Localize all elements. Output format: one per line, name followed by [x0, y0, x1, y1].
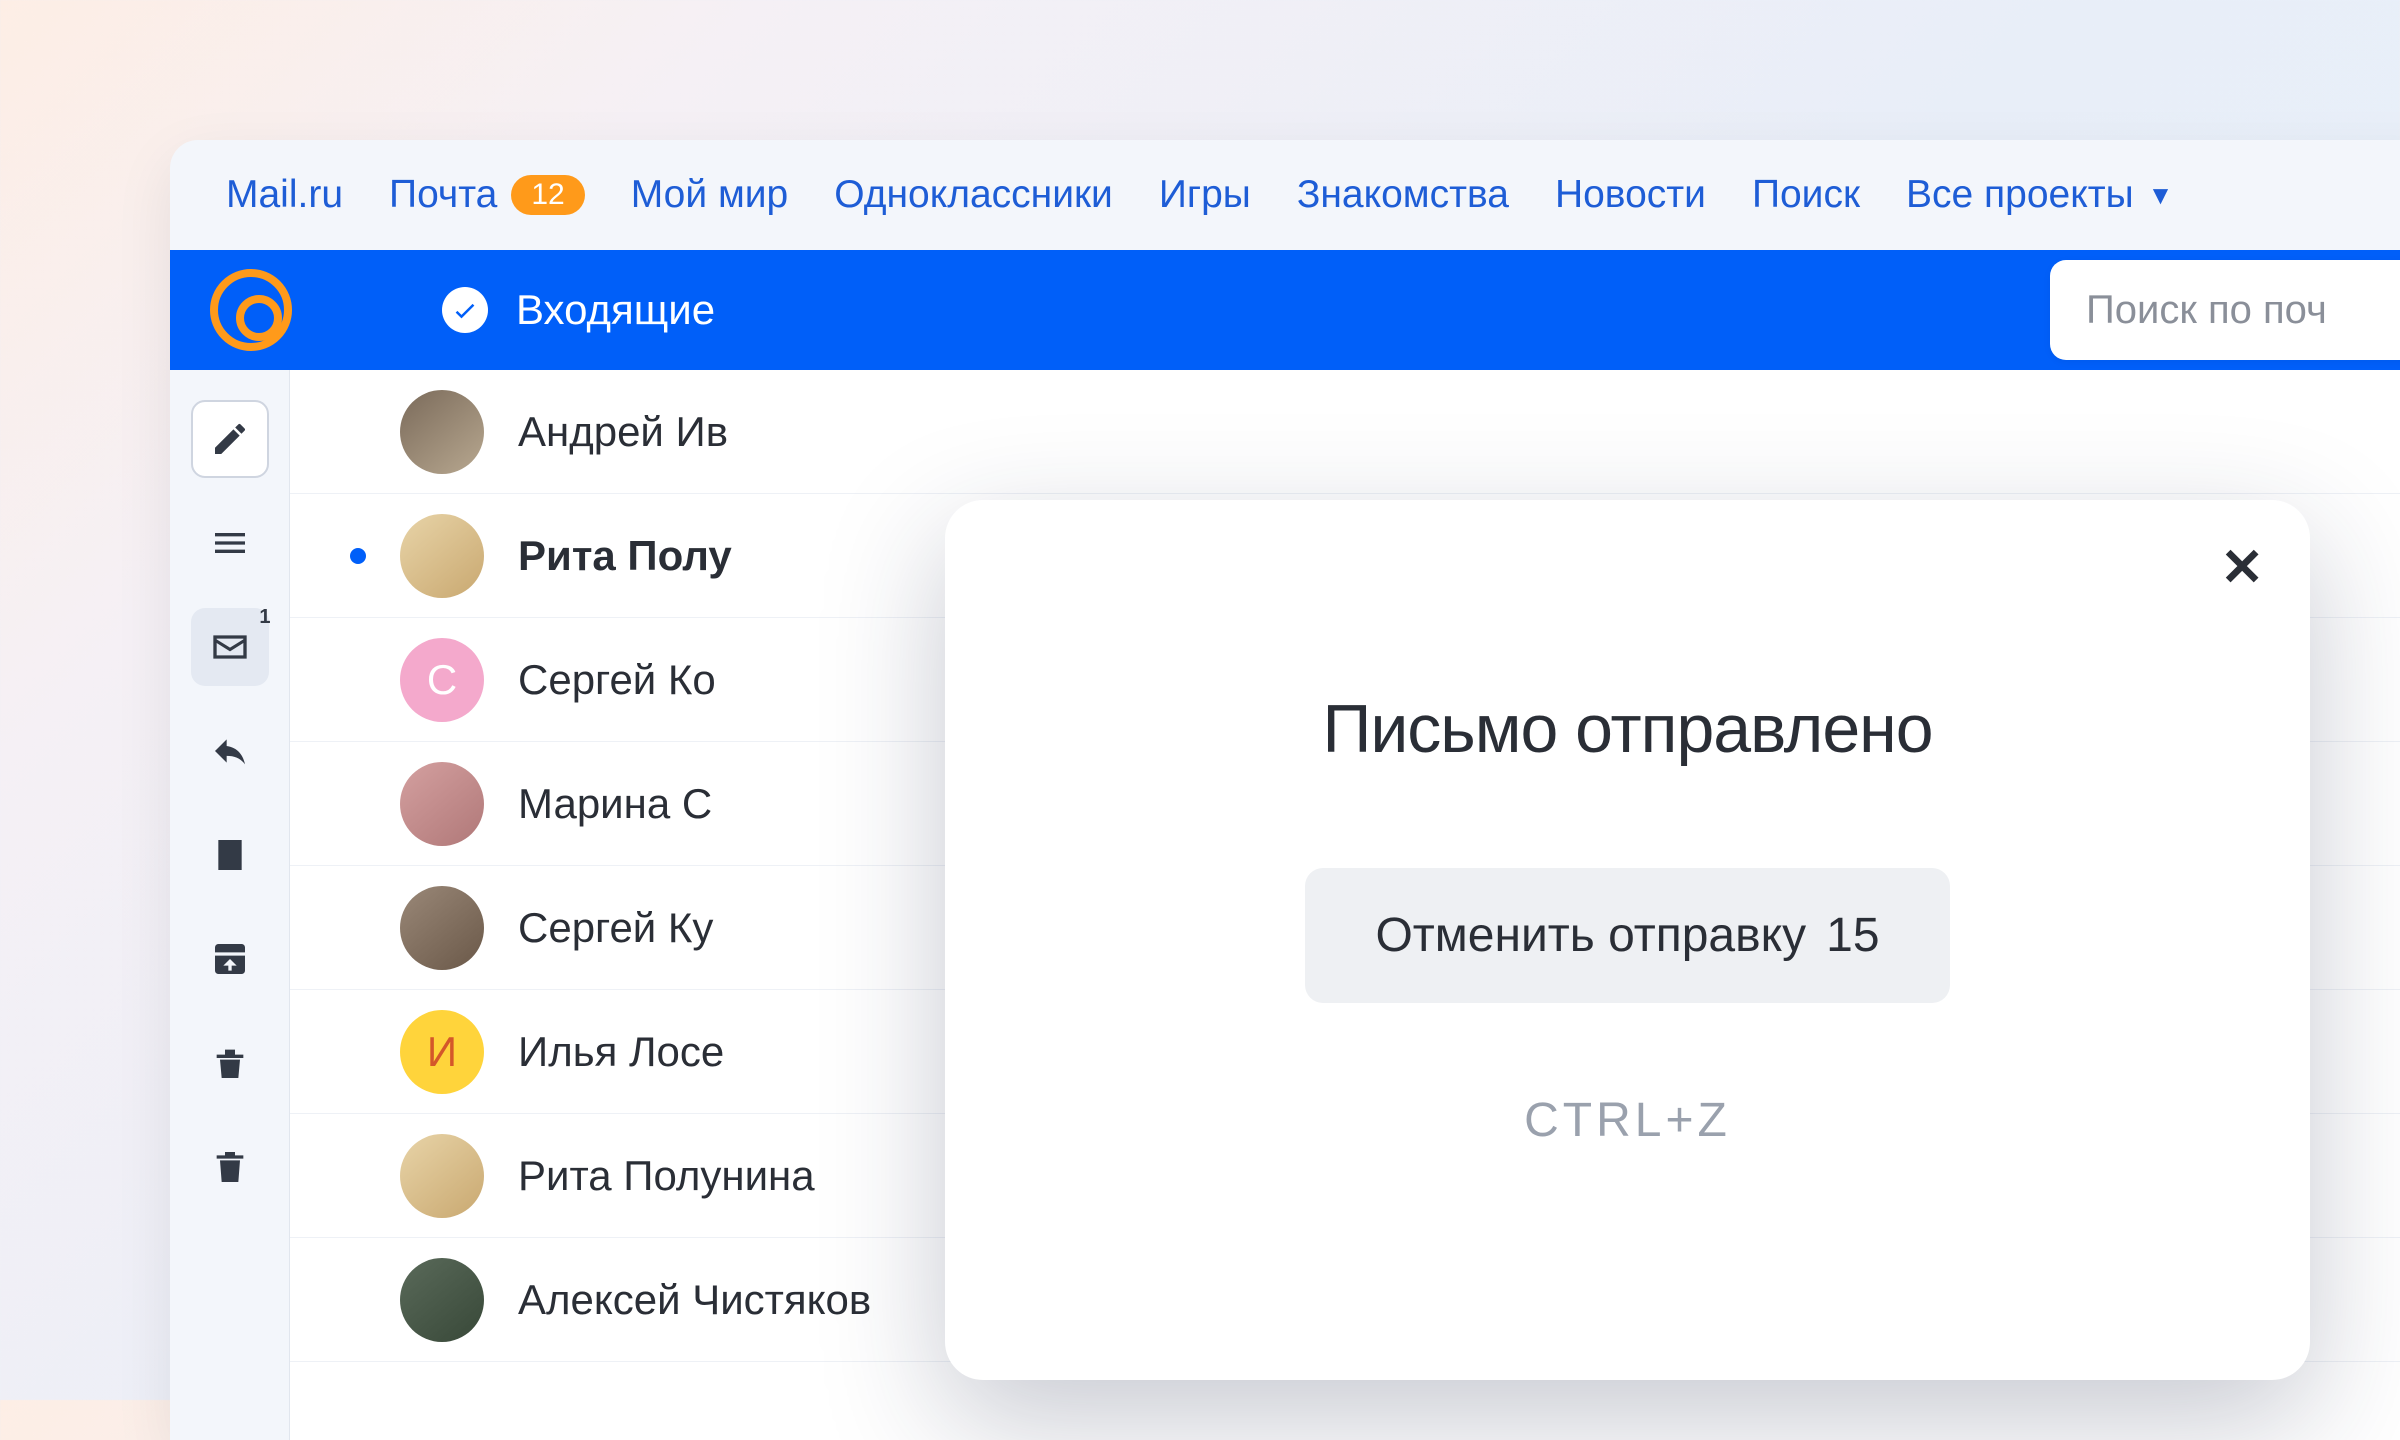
nav-mail[interactable]: Почта 12: [389, 173, 585, 217]
reply-button[interactable]: [191, 712, 269, 790]
top-nav: Mail.ru Почта 12 Мой мир Одноклассники И…: [170, 140, 2400, 250]
nav-mail-badge: 12: [511, 175, 584, 215]
select-all-button[interactable]: [442, 287, 488, 333]
nav-search[interactable]: Поиск: [1752, 173, 1860, 217]
avatar: С: [400, 638, 484, 722]
nav-dating[interactable]: Знакомства: [1297, 173, 1509, 217]
sender-name: Алексей Чистяков: [518, 1276, 918, 1324]
nav-my-world[interactable]: Мой мир: [631, 173, 789, 217]
compose-button[interactable]: [191, 400, 269, 478]
avatar: [400, 1134, 484, 1218]
nav-brand[interactable]: Mail.ru: [226, 173, 343, 217]
sent-confirmation-modal: ✕ Письмо отправлено Отменить отправку 15…: [945, 500, 2310, 1380]
sender-name: Илья Лосе: [518, 1028, 918, 1076]
modal-title: Письмо отправлено: [1322, 690, 1932, 768]
avatar: И: [400, 1010, 484, 1094]
avatar: [400, 514, 484, 598]
undo-send-label: Отменить отправку: [1375, 908, 1806, 963]
sender-name: Марина С: [518, 780, 918, 828]
chevron-down-icon: ▼: [2148, 180, 2174, 211]
avatar: [400, 1258, 484, 1342]
app-window: Mail.ru Почта 12 Мой мир Одноклассники И…: [170, 140, 2400, 1440]
menu-button[interactable]: [191, 504, 269, 582]
header-bar: Входящие Поиск по поч: [170, 250, 2400, 370]
message-row[interactable]: Андрей Ив: [290, 370, 2400, 494]
spam-button[interactable]: [191, 1024, 269, 1102]
avatar: [400, 886, 484, 970]
current-folder-label: Входящие: [516, 286, 715, 334]
close-icon[interactable]: ✕: [2220, 538, 2264, 598]
sender-name: Сергей Ко: [518, 656, 918, 704]
nav-all-projects[interactable]: Все проекты ▼: [1906, 173, 2173, 217]
avatar: [400, 762, 484, 846]
trash-button[interactable]: [191, 1128, 269, 1206]
sender-name: Рита Полу: [518, 532, 918, 580]
drafts-button[interactable]: [191, 816, 269, 894]
avatar: [400, 390, 484, 474]
nav-odnoklassniki[interactable]: Одноклассники: [834, 173, 1113, 217]
search-input[interactable]: Поиск по поч: [2050, 260, 2400, 360]
sender-name: Андрей Ив: [518, 408, 918, 456]
undo-send-countdown: 15: [1826, 908, 1879, 963]
search-placeholder: Поиск по поч: [2086, 288, 2327, 333]
keyboard-shortcut-hint: CTRL+Z: [1524, 1093, 1731, 1148]
archive-button[interactable]: [191, 920, 269, 998]
nav-all-projects-label: Все проекты: [1906, 173, 2134, 217]
sender-name: Рита Полунина: [518, 1152, 918, 1200]
nav-games[interactable]: Игры: [1159, 173, 1251, 217]
sender-name: Сергей Ку: [518, 904, 918, 952]
mailru-logo-icon: [210, 269, 292, 351]
nav-news[interactable]: Новости: [1555, 173, 1706, 217]
nav-mail-label: Почта: [389, 173, 497, 217]
sidebar-rail: 1: [170, 370, 290, 1440]
inbox-button[interactable]: 1: [191, 608, 269, 686]
unread-dot-icon: [350, 548, 366, 564]
inbox-badge: 1: [259, 606, 270, 629]
undo-send-button[interactable]: Отменить отправку 15: [1305, 868, 1949, 1003]
